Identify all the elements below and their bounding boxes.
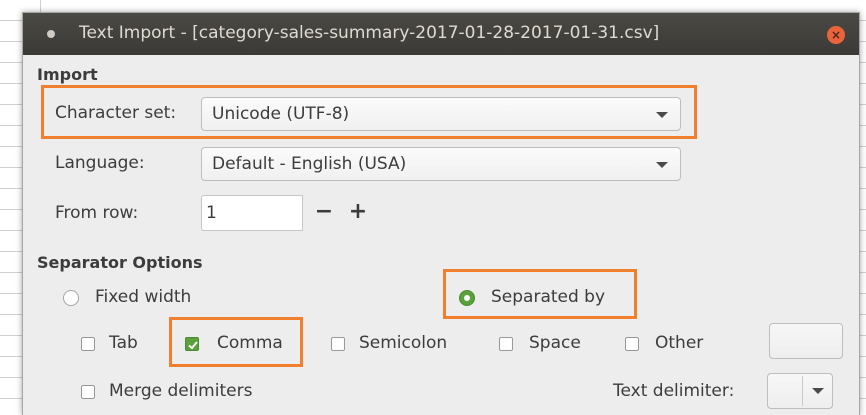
from-row-input[interactable]: 1: [201, 195, 303, 231]
chevron-down-icon: [656, 162, 668, 168]
language-select[interactable]: Default - English (USA): [201, 147, 681, 181]
separated-by-highlight: [443, 269, 637, 319]
language-value: Default - English (USA): [212, 154, 407, 174]
merge-delimiters-checkbox[interactable]: [81, 385, 95, 399]
from-row-label: From row:: [55, 203, 139, 223]
other-label[interactable]: Other: [655, 333, 703, 353]
space-label[interactable]: Space: [529, 333, 581, 353]
title-bar[interactable]: Text Import - [category-sales-summary-20…: [23, 13, 859, 55]
semicolon-label[interactable]: Semicolon: [359, 333, 447, 353]
combo-divider: [802, 376, 803, 406]
merge-delimiters-label[interactable]: Merge delimiters: [109, 381, 252, 401]
space-checkbox[interactable]: [499, 337, 513, 351]
tab-label[interactable]: Tab: [109, 333, 138, 353]
text-delimiter-label: Text delimiter:: [613, 381, 735, 401]
other-separator-input[interactable]: [769, 323, 843, 359]
window-title: Text Import - [category-sales-summary-20…: [79, 23, 660, 43]
tab-checkbox[interactable]: [81, 337, 95, 351]
from-row-value: 1: [206, 203, 217, 223]
window-menu-dot-icon[interactable]: [47, 30, 55, 38]
fixed-width-radio[interactable]: [63, 290, 79, 306]
other-checkbox[interactable]: [625, 337, 639, 351]
fixed-width-label[interactable]: Fixed width: [95, 287, 191, 307]
from-row-increment-button[interactable]: +: [345, 195, 371, 231]
close-icon[interactable]: ×: [827, 26, 845, 44]
comma-highlight: [169, 317, 303, 367]
separator-options-section-label: Separator Options: [37, 253, 203, 272]
language-label: Language:: [55, 153, 145, 173]
text-import-dialog: Text Import - [category-sales-summary-20…: [22, 12, 860, 415]
text-delimiter-select[interactable]: [767, 373, 833, 409]
import-section-label: Import: [37, 65, 98, 84]
chevron-down-icon[interactable]: [812, 388, 824, 394]
semicolon-checkbox[interactable]: [331, 337, 345, 351]
character-set-highlight: [41, 85, 697, 139]
from-row-decrement-button[interactable]: −: [311, 195, 337, 231]
